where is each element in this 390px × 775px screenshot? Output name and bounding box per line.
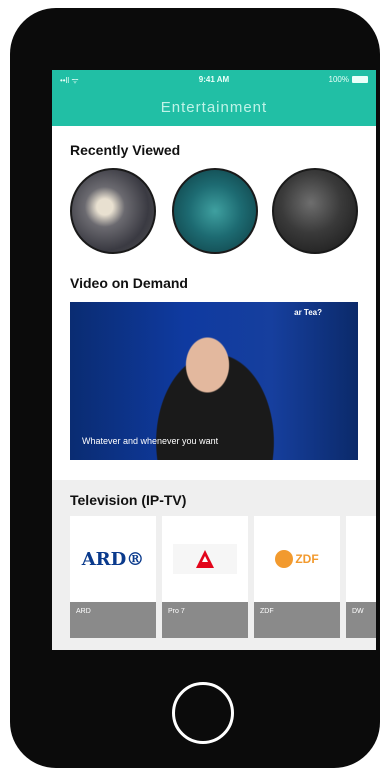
channel-label: ZDF <box>254 602 340 638</box>
battery-icon <box>352 76 368 83</box>
status-bar: ••ll ᯤ 9:41 AM 100% <box>52 70 376 90</box>
video-on-demand-title: Video on Demand <box>70 275 188 291</box>
recently-viewed-title: Recently Viewed <box>70 142 181 158</box>
television-section: Television (IP-TV) ARD® ARD Pro 7 ZDF ZD… <box>52 480 376 650</box>
recently-viewed-item-1[interactable] <box>70 168 156 254</box>
zdf-dot-icon <box>275 550 294 568</box>
pro7-logo <box>173 544 237 574</box>
app-screen: ••ll ᯤ 9:41 AM 100% Entertainment Recent… <box>52 70 376 650</box>
recently-viewed-item-2[interactable] <box>172 168 258 254</box>
channel-label: ARD <box>70 602 156 638</box>
channel-card-dw[interactable]: DW <box>346 516 376 638</box>
channel-card-zdf[interactable]: ZDF ZDF <box>254 516 340 638</box>
recently-viewed-item-3[interactable] <box>272 168 358 254</box>
battery-indicator: 100% <box>329 75 368 84</box>
channel-card-ard[interactable]: ARD® ARD <box>70 516 156 638</box>
home-button[interactable] <box>172 682 234 744</box>
banner-corner-text: ar Tea? <box>294 308 322 317</box>
status-time: 9:41 AM <box>198 75 230 84</box>
battery-percent: 100% <box>328 75 349 84</box>
phone-frame: ••ll ᯤ 9:41 AM 100% Entertainment Recent… <box>10 8 380 768</box>
ard-logo: ARD® <box>81 548 145 570</box>
channel-card-pro7[interactable]: Pro 7 <box>162 516 248 638</box>
zdf-logo: ZDF <box>275 550 319 568</box>
channel-label: Pro 7 <box>162 602 248 638</box>
television-title: Television (IP-TV) <box>70 492 187 508</box>
page-title: Entertainment <box>52 90 376 126</box>
channel-label: DW <box>346 602 376 638</box>
banner-caption: Whatever and whenever you want <box>82 436 219 446</box>
video-on-demand-banner[interactable]: ar Tea? Whatever and whenever you want <box>70 302 358 460</box>
